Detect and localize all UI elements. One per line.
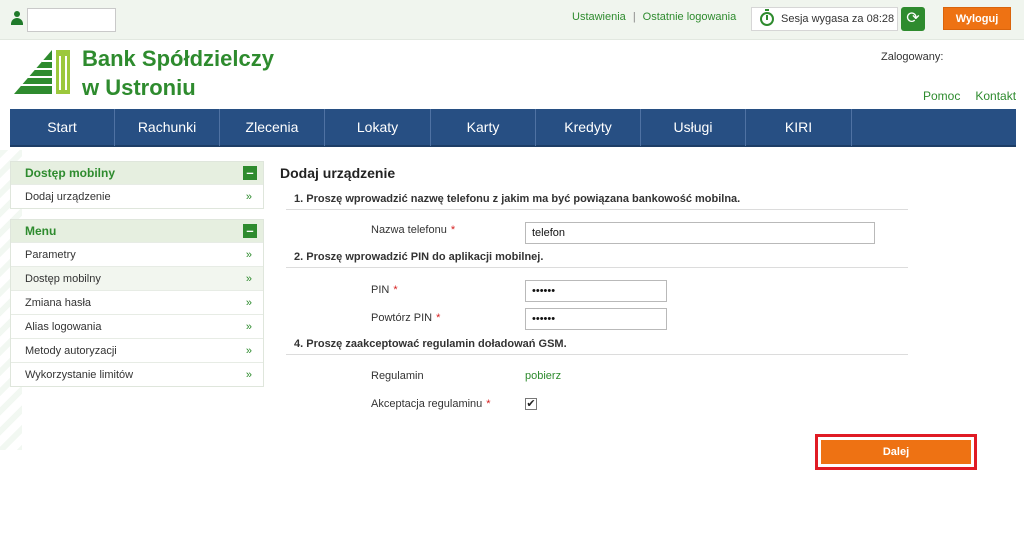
- sidebar-item-auth-methods[interactable]: Metody autoryzacji »: [11, 338, 263, 362]
- menu-panel: Menu – Parametry » Dostęp mobilny » Zmia…: [10, 219, 264, 387]
- collapse-icon[interactable]: –: [243, 224, 257, 238]
- refresh-session-icon[interactable]: ⟳: [901, 7, 925, 31]
- divider: [286, 267, 908, 268]
- chevron-right-icon: »: [245, 297, 252, 309]
- terms-label: Regulamin: [371, 370, 424, 382]
- sidebar-item-limits-usage[interactable]: Wykorzystanie limitów »: [11, 362, 263, 386]
- contact-link[interactable]: Kontakt: [975, 89, 1016, 103]
- nav-item-loans[interactable]: Kredyty: [536, 109, 641, 146]
- help-link[interactable]: Pomoc: [923, 89, 960, 103]
- user-icon: [11, 11, 23, 25]
- download-terms-link[interactable]: pobierz: [525, 370, 561, 382]
- pin-label: PIN *: [371, 284, 398, 296]
- divider: [286, 354, 908, 355]
- chevron-right-icon: »: [245, 273, 252, 285]
- nav-item-orders[interactable]: Zlecenia: [220, 109, 325, 146]
- step-2-heading: 2. Proszę wprowadzić PIN do aplikacji mo…: [294, 251, 544, 263]
- sidebar-item-label: Zmiana hasła: [25, 297, 92, 309]
- collapse-icon[interactable]: –: [243, 166, 257, 180]
- required-mark: *: [486, 398, 491, 410]
- logged-in-label: Zalogowany:: [881, 51, 944, 63]
- logout-button[interactable]: Wyloguj: [943, 7, 1011, 30]
- nav-item-start[interactable]: Start: [10, 109, 115, 146]
- sidebar-item-change-password[interactable]: Zmiana hasła »: [11, 290, 263, 314]
- divider: [286, 209, 908, 210]
- nav-item-kiri[interactable]: KIRI: [746, 109, 852, 146]
- panel-header-mobile-access[interactable]: Dostęp mobilny –: [11, 162, 263, 184]
- nav-item-accounts[interactable]: Rachunki: [115, 109, 220, 146]
- phone-name-label: Nazwa telefonu *: [371, 224, 456, 236]
- phone-name-input[interactable]: telefon: [525, 222, 875, 244]
- required-mark: *: [450, 224, 456, 236]
- page-title: Dodaj urządzenie: [280, 165, 396, 181]
- sidebar-item-mobile-access[interactable]: Dostęp mobilny »: [11, 266, 263, 290]
- chevron-right-icon: »: [245, 321, 252, 333]
- username-field[interactable]: [27, 8, 116, 32]
- next-button[interactable]: Dalej: [821, 440, 971, 464]
- step-4-heading: 4. Proszę zaakceptować regulamin doładow…: [294, 338, 567, 350]
- bank-name-line1: Bank Spółdzielczy: [82, 46, 274, 71]
- bank-logo-icon[interactable]: [12, 46, 72, 96]
- panel-title: Dostęp mobilny: [25, 166, 116, 180]
- accept-terms-checkbox[interactable]: ✔: [525, 398, 537, 410]
- header-links: Pomoc Kontakt: [923, 89, 1024, 103]
- link-separator: |: [632, 11, 636, 23]
- pin-repeat-label: Powtórz PIN *: [371, 312, 441, 324]
- mobile-access-panel: Dostęp mobilny – Dodaj urządzenie »: [10, 161, 264, 209]
- pin-input[interactable]: ••••••: [525, 280, 667, 302]
- panel-title: Menu: [25, 224, 57, 238]
- nav-item-services[interactable]: Usługi: [641, 109, 746, 146]
- step-1-heading: 1. Proszę wprowadzić nazwę telefonu z ja…: [294, 193, 741, 205]
- sidebar-item-label: Dodaj urządzenie: [25, 191, 111, 203]
- accept-terms-label: Akceptacja regulaminu *: [371, 398, 491, 410]
- chevron-right-icon: »: [245, 191, 252, 203]
- bank-name-line2: w Ustroniu: [82, 75, 196, 100]
- last-logins-link[interactable]: Ostatnie logowania: [643, 11, 737, 23]
- main-navigation: Start Rachunki Zlecenia Lokaty Karty Kre…: [10, 109, 1016, 147]
- sidebar-item-label: Metody autoryzacji: [25, 345, 117, 357]
- sidebar-item-label: Alias logowania: [25, 321, 102, 333]
- sidebar-item-label: Dostęp mobilny: [25, 273, 101, 285]
- pin-repeat-input[interactable]: ••••••: [525, 308, 667, 330]
- top-bar: Ustawienia | Ostatnie logowania Sesja wyga…: [0, 0, 1024, 40]
- required-mark: *: [393, 284, 398, 296]
- sidebar-item-parameters[interactable]: Parametry »: [11, 242, 263, 266]
- top-links: Ustawienia | Ostatnie logowania: [572, 11, 736, 23]
- next-button-highlight: Dalej: [815, 434, 977, 470]
- chevron-right-icon: »: [245, 249, 252, 261]
- bank-name: Bank Spółdzielczy w Ustroniu: [82, 44, 274, 102]
- chevron-right-icon: »: [245, 345, 252, 357]
- sidebar-item-add-device[interactable]: Dodaj urządzenie »: [11, 184, 263, 208]
- nav-item-cards[interactable]: Karty: [431, 109, 536, 146]
- settings-link[interactable]: Ustawienia: [572, 11, 626, 23]
- sidebar-item-login-alias[interactable]: Alias logowania »: [11, 314, 263, 338]
- required-mark: *: [436, 312, 441, 324]
- session-timer: Sesja wygasa za 08:28: [751, 7, 898, 31]
- nav-item-deposits[interactable]: Lokaty: [325, 109, 431, 146]
- session-text: Sesja wygasa za 08:28: [781, 13, 895, 25]
- sidebar-item-label: Parametry: [25, 249, 76, 261]
- panel-header-menu[interactable]: Menu –: [11, 220, 263, 242]
- sidebar-item-label: Wykorzystanie limitów: [25, 369, 134, 381]
- stopwatch-icon: [760, 9, 774, 26]
- chevron-right-icon: »: [245, 369, 252, 381]
